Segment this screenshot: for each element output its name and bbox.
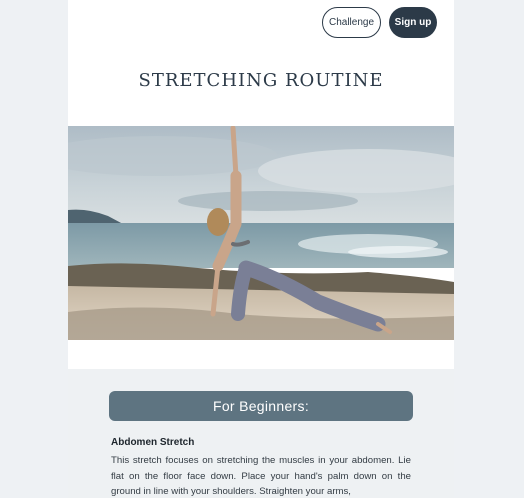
challenge-button[interactable]: Challenge bbox=[322, 7, 381, 38]
beginners-section: For Beginners: Abdomen Stretch This stre… bbox=[68, 369, 454, 498]
signup-button[interactable]: Sign up bbox=[389, 7, 437, 38]
section-header: For Beginners: bbox=[109, 391, 413, 421]
exercise-description: This stretch focuses on stretching the m… bbox=[111, 455, 411, 497]
hero-image bbox=[68, 126, 454, 340]
top-nav: Challenge Sign up bbox=[322, 7, 437, 38]
woman-yoga-stretch-beach-photo-icon bbox=[68, 126, 454, 340]
exercise-title: Abdomen Stretch bbox=[111, 437, 195, 448]
page: Challenge Sign up STRETCHING ROUTINE For… bbox=[68, 0, 454, 498]
page-title: STRETCHING ROUTINE bbox=[138, 70, 384, 91]
